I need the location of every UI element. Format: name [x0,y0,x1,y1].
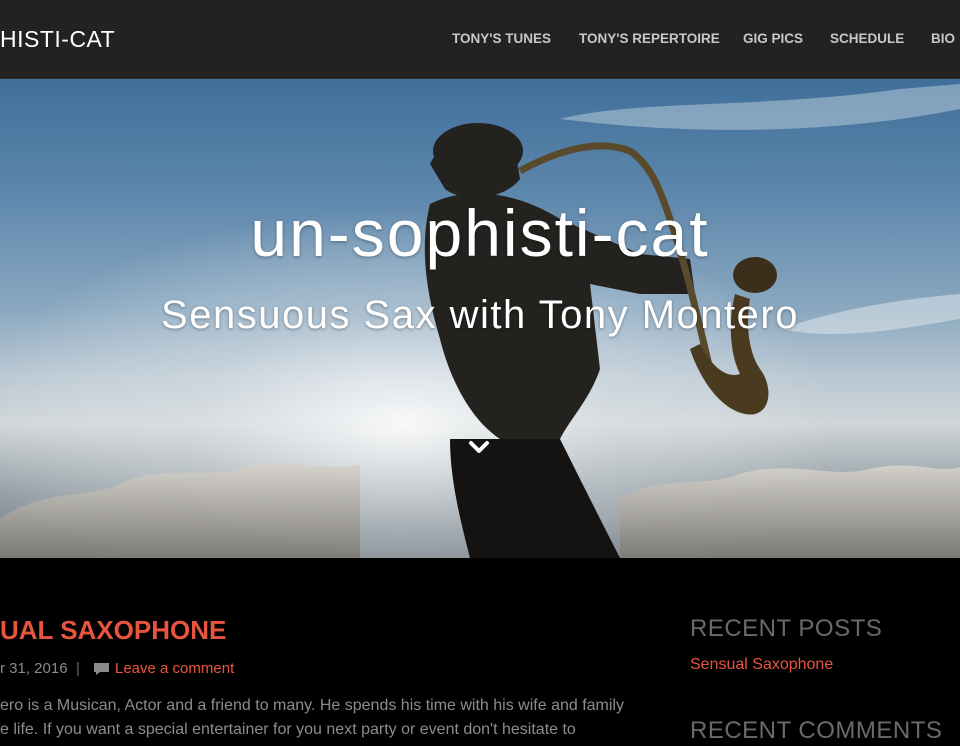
meta-separator: | [76,660,80,677]
scroll-down-button[interactable] [465,437,493,459]
site-title-link[interactable]: HISTI-CAT [0,24,115,54]
nav-item-tonys-repertoire[interactable]: TONY'S REPERTOIRE [579,30,720,48]
nav-item-schedule[interactable]: SCHEDULE [830,30,904,48]
leave-comment-link[interactable]: Leave a comment [115,659,234,679]
post-title-link[interactable]: UAL SAXOPHONE [0,614,226,646]
recent-posts-heading: RECENT POSTS [690,615,883,642]
post-meta: r 31, 2016 | Leave a comment [0,659,234,679]
nav-item-tonys-tunes[interactable]: TONY'S TUNES [452,30,551,48]
nav-item-gig-pics[interactable]: GIG PICS [743,30,803,48]
nav-item-bio[interactable]: BIO [931,30,955,48]
hero-banner: un-sophisti-cat Sensuous Sax with Tony M… [0,79,960,558]
comment-icon [93,662,110,682]
excerpt-line: ero is a Musican, Actor and a friend to … [0,697,624,714]
hero-title: un-sophisti-cat [250,196,710,270]
chevron-down-icon [469,441,489,453]
hero-subtitle: Sensuous Sax with Tony Montero [161,293,799,337]
recent-post-link[interactable]: Sensual Saxophone [690,654,833,676]
site-header: HISTI-CAT TONY'S TUNES TONY'S REPERTOIRE… [0,0,960,79]
excerpt-line: e life. If you want a special entertaine… [0,721,576,738]
post-date: r 31, 2016 [0,660,68,677]
recent-comments-heading: RECENT COMMENTS [690,717,943,744]
